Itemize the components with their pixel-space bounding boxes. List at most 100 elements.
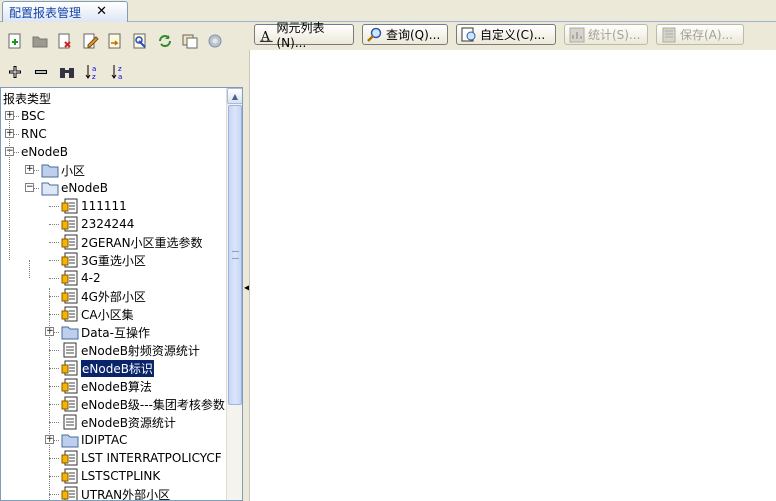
tree-item[interactable]: 4-2 [61, 269, 101, 287]
tree-item-label: 4G外部小区 [81, 289, 146, 304]
import-icon[interactable] [104, 30, 126, 52]
sort-ascending-icon[interactable]: az [82, 61, 104, 83]
svg-text:a: a [92, 65, 96, 73]
tree-connector [49, 350, 59, 351]
tree-item[interactable]: eNodeB射频资源统计 [61, 341, 200, 359]
tree-guide-line [49, 288, 50, 500]
tree-item-label: eNodeB标识 [80, 358, 155, 378]
add-icon[interactable] [4, 61, 26, 83]
folder-icon [41, 164, 59, 178]
toolbar-button-label: 自定义(C)... [480, 28, 546, 42]
toolbar-button-label: 查询(Q)... [386, 28, 441, 42]
tree-connector [49, 422, 59, 423]
tree-root[interactable]: 报表类型 [3, 89, 51, 107]
settings-icon[interactable] [204, 30, 226, 52]
toolbar-button[interactable]: 统计(S)... [564, 24, 648, 45]
tree-item[interactable]: CA小区集 [61, 305, 134, 323]
toolbar-button-label: 统计(S)... [588, 28, 641, 42]
sort-descending-icon[interactable]: za [108, 61, 130, 83]
tree-item-label: 2GERAN小区重选参数 [81, 235, 203, 250]
open-folder-icon[interactable] [29, 30, 51, 52]
tree-item[interactable]: 小区 [41, 161, 85, 179]
expand-icon[interactable]: + [25, 165, 34, 174]
copy-icon[interactable] [179, 30, 201, 52]
tree-item-label: BSC [21, 109, 46, 123]
toolbar-button[interactable]: A 网元列表(N)... [254, 21, 354, 50]
tree-item-label: eNodeB算法 [81, 379, 152, 394]
tree-guide-line [29, 260, 30, 278]
tree-connector [49, 494, 59, 495]
tab-report-config[interactable]: 配置报表管理 ✕ [2, 1, 128, 22]
toolbar-button[interactable]: 查询(Q)... [362, 24, 448, 45]
statistics-icon [569, 27, 585, 42]
tree-item[interactable]: LSTSCTPLINK [61, 467, 160, 485]
tree-item[interactable]: 3G重选小区 [61, 251, 146, 269]
tree-root-label: 报表类型 [3, 91, 52, 106]
tree-item[interactable]: eNodeB资源统计 [61, 413, 176, 431]
tree-item-label: RNC [21, 127, 47, 141]
delete-icon[interactable] [54, 30, 76, 52]
tree-item-label: IDIPTAC [81, 433, 128, 447]
edit-icon[interactable] [79, 30, 101, 52]
toolbar-button[interactable]: 自定义(C)... [456, 24, 556, 45]
tree-item[interactable]: 4G外部小区 [61, 287, 146, 305]
report-lock-icon [61, 234, 78, 250]
export-icon[interactable] [129, 30, 151, 52]
tree-item[interactable]: Data-互操作 [61, 323, 150, 341]
tree-item-label: eNodeB级---集团考核参数 [81, 397, 225, 412]
refresh-icon[interactable] [154, 30, 176, 52]
tree-item[interactable]: BSC [21, 107, 45, 125]
new-report-icon[interactable] [4, 30, 26, 52]
tree-connector [49, 404, 59, 405]
collapse-icon[interactable]: − [25, 183, 34, 192]
tree-connector [49, 260, 59, 261]
report-lock-icon [61, 360, 78, 376]
report-lock-icon [61, 450, 78, 466]
scroll-up-arrow-icon[interactable]: ▲ [227, 88, 242, 104]
tree-item-label: eNodeB [21, 145, 68, 159]
tree-connector [49, 296, 59, 297]
report-type-tree[interactable]: 报表类型 + BSC + RNC − eNodeB + 小区 − eNodeB 111111 2324… [0, 87, 243, 501]
tree-connector [49, 278, 59, 279]
tree-item[interactable]: UTRAN外部小区 [61, 485, 170, 500]
report-lock-icon [61, 252, 78, 268]
tree-item[interactable]: eNodeB标识 [61, 358, 155, 378]
tree-item[interactable]: eNodeB级---集团考核参数 [61, 395, 225, 413]
report-lock-icon [61, 468, 78, 484]
tree-connector [49, 476, 59, 477]
tree-connector [49, 224, 59, 225]
tree-item[interactable]: 2GERAN小区重选参数 [61, 233, 203, 251]
tree-item[interactable]: IDIPTAC [61, 431, 127, 449]
right-panel: A 网元列表(N)... 查询(Q)... 自定义(C)... 统计(S)... 保存(A… [249, 21, 776, 501]
save-icon [662, 27, 676, 42]
tree-item[interactable]: eNodeB [21, 143, 68, 161]
toolbar-button[interactable]: 保存(A)... [656, 24, 744, 45]
font-a-icon: A [260, 28, 273, 43]
customize-icon [461, 27, 476, 41]
report-lock-icon [61, 288, 78, 304]
report-lock-icon [61, 270, 78, 286]
close-icon[interactable]: ✕ [96, 4, 107, 19]
remove-icon[interactable] [30, 61, 52, 83]
tree-item-label: 3G重选小区 [81, 253, 146, 268]
toolbar-button-label: 保存(A)... [680, 28, 734, 42]
report-icon [63, 414, 77, 430]
tree-item[interactable]: RNC [21, 125, 47, 143]
tree-item[interactable]: 111111 [61, 197, 127, 215]
tree-item[interactable]: LST INTERRATPOLICYCF [61, 449, 222, 467]
tree-scrollbar[interactable]: ▲ [226, 88, 242, 500]
tree-item-label: LSTSCTPLINK [81, 469, 161, 483]
binoculars-icon[interactable] [56, 61, 78, 83]
tree-toolbar [4, 29, 242, 53]
tree-item[interactable]: 2324244 [61, 215, 134, 233]
svg-text:z: z [118, 65, 122, 73]
svg-text:a: a [118, 73, 122, 81]
tab-bar: 配置报表管理 ✕ [0, 0, 776, 22]
tree-item-label: Data-互操作 [81, 325, 150, 340]
tree-item[interactable]: eNodeB算法 [61, 377, 152, 395]
tree-item[interactable]: eNodeB [41, 179, 108, 197]
report-lock-icon [61, 378, 78, 394]
tree-item-label: eNodeB资源统计 [81, 415, 176, 430]
scrollbar-thumb[interactable] [228, 105, 242, 405]
toolbar-button-label: 网元列表(N)... [276, 21, 325, 50]
